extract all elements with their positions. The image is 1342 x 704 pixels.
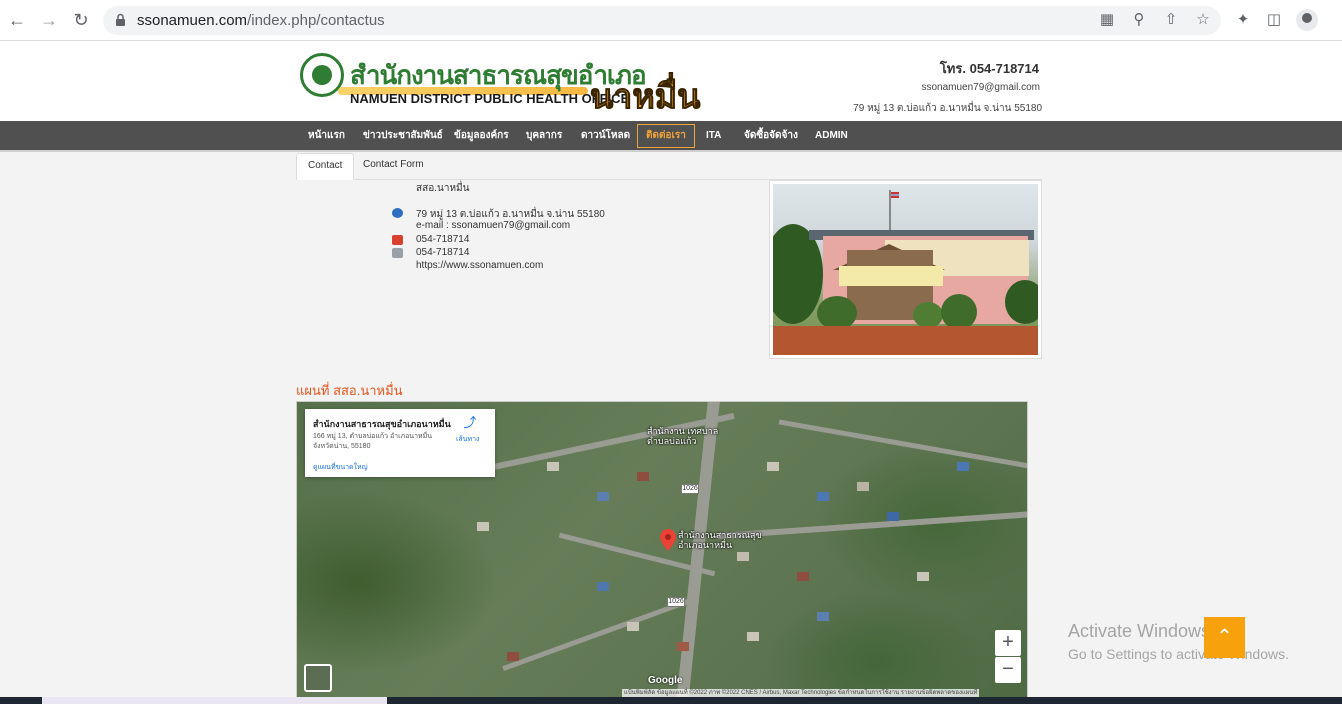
menu-item-news[interactable]: ข่าวประชาสัมพันธ์ [355,124,451,148]
logo-district-text: นาหมื่น [589,78,701,117]
contact-fax: 054-718714 [416,247,470,258]
map-label-municipality-line1: สำนักงาน เทศบาล [647,426,719,436]
share-icon[interactable]: ⇧ [1162,11,1180,29]
menu-item-home[interactable]: หน้าแรก [300,124,353,148]
directions-icon[interactable]: ⤴ [463,416,477,430]
header-email: ssonamuen79@gmail.com [921,82,1040,93]
tab-contact[interactable]: Contact [296,153,355,180]
url-domain: ssonamuen.com [137,12,248,29]
address-icon [392,208,403,218]
menu-item-admin[interactable]: ADMIN [807,124,856,148]
map-info-card: สำนักงานสาธารณสุขอำเภอนาหมื่น 166 หมู่ 1… [305,409,495,477]
profile-icon[interactable] [1296,9,1318,31]
map-label-office-line1: สำนักงานสาธารณสุข [678,530,762,540]
google-map[interactable]: สำนักงานสาธารณสุขอำเภอนาหมื่น 166 หมู่ 1… [296,401,1028,704]
translate-icon[interactable]: ▦ [1098,11,1116,29]
contact-email[interactable]: e-mail : ssonamuen79@gmail.com [416,220,570,231]
menu-item-contact[interactable]: ติดต่อเรา [637,124,695,148]
map-label-municipality-line2: ตำบลบ่อแก้ว [647,436,697,446]
main-menu: หน้าแรก ข่าวประชาสัมพันธ์ ข้อมูลองค์กร บ… [0,121,1342,152]
map-card-title: สำนักงานสาธารณสุขอำเภอนาหมื่น [313,419,451,429]
menu-item-organization[interactable]: ข้อมูลองค์กร [446,124,517,148]
google-logo: Google [648,675,683,686]
taskbar-window[interactable] [42,697,387,704]
menu-item-staff[interactable]: บุคลากร [518,124,570,148]
scroll-to-top-button[interactable]: ⌃ [1204,617,1245,658]
contact-tabs: Contact Contact Form [296,153,1042,180]
activate-windows-title: Activate Windows [1068,621,1211,641]
extensions-icon[interactable]: ✦ [1234,11,1252,29]
browser-toolbar: ← → ↻ ssonamuen.com/index.php/contactus … [0,0,1342,41]
directions-link[interactable]: เส้นทาง [456,434,479,445]
map-section-title: แผนที่ สสอ.นาหมื่น [296,383,403,398]
menu-item-ita[interactable]: ITA [698,124,729,148]
menu-item-download[interactable]: ดาวน์โหลด [573,124,638,148]
reload-icon[interactable]: ↻ [71,10,91,30]
sidepanel-icon[interactable]: ◫ [1265,11,1283,29]
contact-org-name: สสอ.นาหมื่น [416,183,470,194]
header-phone: โทร. 054-718714 [939,61,1039,76]
tab-contact-form[interactable]: Contact Form [352,153,435,180]
activate-windows-subtitle: Go to Settings to activate Windows. [1068,646,1289,662]
route-shield: 1026 [681,484,699,494]
view-larger-map-link[interactable]: ดูแผนที่ขนาดใหญ่ [313,462,368,473]
map-layer-toggle[interactable] [304,664,332,692]
lock-icon [116,13,125,26]
header-address: 79 หมู่ 13 ต.บ่อแก้ว อ.นาหมื่น จ.น่าน 55… [853,103,1042,114]
fax-icon [392,248,403,258]
map-label-office-line2: อำเภอนาหมื่น [678,540,733,550]
zoom-out-button[interactable]: − [995,657,1021,683]
map-card-address: 166 หมู่ 13, ตำบลบ่อแก้ว อำเภอนาหมื่น จั… [313,433,433,450]
site-logo[interactable]: สำนักงานสาธารณสุขอำเภอ NAMUEN DISTRICT P… [298,47,701,117]
location-pin-icon[interactable] [660,529,676,551]
url-path: /index.php/contactus [247,12,385,29]
office-photo [769,180,1042,359]
logo-english-text: NAMUEN DISTRICT PUBLIC HEALTH OFFICE [350,91,630,106]
site-header: สำนักงานสาธารณสุขอำเภอ NAMUEN DISTRICT P… [0,41,1342,121]
contact-phone: 054-718714 [416,234,470,245]
zoom-icon[interactable]: ⚲ [1130,11,1148,29]
menu-item-procurement[interactable]: จัดซื้อจัดจ้าง [736,124,806,148]
map-label-office: สำนักงานสาธารณสุข อำเภอนาหมื่น [678,530,762,550]
contact-website[interactable]: https://www.ssonamuen.com [416,260,543,271]
zoom-in-button[interactable]: + [995,630,1021,656]
map-label-municipality: สำนักงาน เทศบาล ตำบลบ่อแก้ว [647,426,718,446]
route-shield: 1026 [667,597,685,607]
url-text: ssonamuen.com/index.php/contactus [137,12,385,29]
forward-icon[interactable]: → [39,10,59,30]
back-icon[interactable]: ← [7,10,27,30]
address-bar[interactable]: ssonamuen.com/index.php/contactus [103,6,1221,35]
phone-icon [392,235,403,245]
bookmark-star-icon[interactable]: ☆ [1194,11,1212,29]
